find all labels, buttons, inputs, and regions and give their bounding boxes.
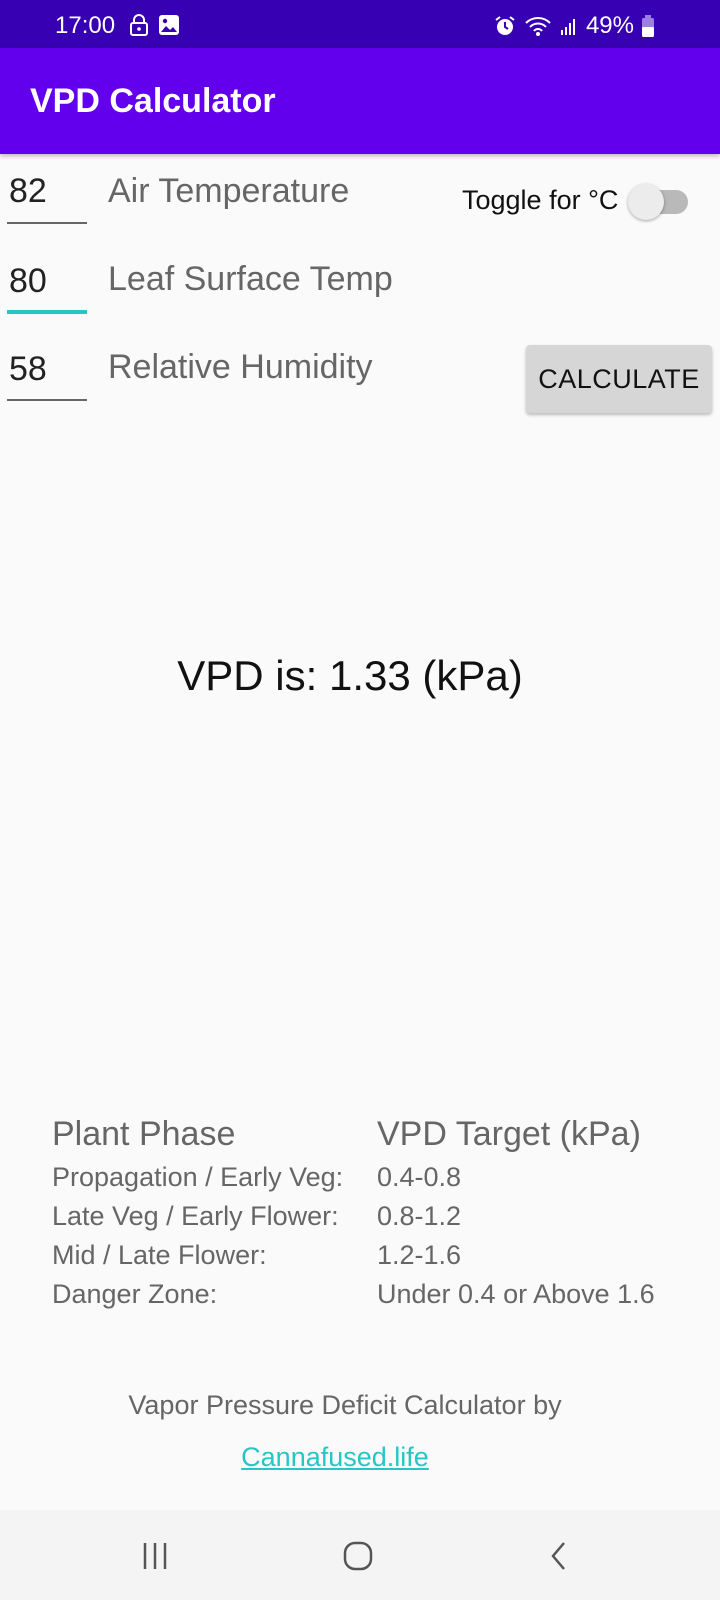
app-title: VPD Calculator: [30, 82, 276, 120]
header-vpd-target: VPD Target (kPa): [377, 1115, 641, 1153]
battery-icon: [642, 15, 654, 37]
input-underline: [7, 222, 87, 224]
phase-target: 0.4-0.8: [377, 1162, 462, 1192]
air-temperature-label: Air Temperature: [108, 172, 350, 210]
phase-target: 0.8-1.2: [377, 1201, 462, 1231]
home-icon[interactable]: [342, 1540, 374, 1577]
switch-thumb[interactable]: [628, 184, 665, 220]
phase-target: Under 0.4 or Above 1.6: [377, 1279, 655, 1309]
phase-name: Danger Zone:: [52, 1279, 218, 1309]
leaf-surface-temp-label: Leaf Surface Temp: [108, 260, 393, 298]
vpd-result: VPD is: 1.33 (kPa): [177, 652, 523, 699]
wifi-icon: [524, 15, 552, 37]
app-bar: VPD Calculator: [0, 48, 720, 154]
phase-name: Propagation / Early Veg:: [52, 1162, 344, 1192]
alarm-icon: [494, 15, 516, 37]
phase-name: Mid / Late Flower:: [52, 1240, 267, 1270]
air-temperature-input[interactable]: 82: [7, 172, 87, 224]
leaf-surface-temp-value[interactable]: 80: [7, 262, 47, 300]
back-icon[interactable]: [548, 1540, 572, 1577]
celsius-toggle-label: Toggle for °C: [462, 184, 619, 215]
cannafused-link[interactable]: Cannafused.life: [0, 1442, 720, 1473]
celsius-toggle-switch[interactable]: [628, 180, 692, 220]
relative-humidity-input[interactable]: 58: [7, 350, 87, 401]
phase-target: 1.2-1.6: [377, 1240, 462, 1270]
calculate-button[interactable]: CALCULATE: [526, 345, 712, 413]
status-time: 17:00: [55, 12, 116, 39]
input-underline: [7, 399, 87, 401]
relative-humidity-value[interactable]: 58: [7, 350, 47, 388]
status-bar: 17:00 49%: [0, 0, 720, 48]
air-temperature-value[interactable]: 82: [7, 172, 47, 210]
image-icon: [158, 14, 180, 36]
battery-percent: 49%: [585, 12, 634, 39]
phase-name: Late Veg / Early Flower:: [52, 1201, 339, 1231]
credit-text: Vapor Pressure Deficit Calculator by: [128, 1390, 562, 1420]
navigation-bar: [0, 1510, 720, 1600]
input-underline-focused: [7, 310, 87, 314]
recent-apps-icon[interactable]: [140, 1540, 172, 1577]
celsius-toggle-row: Toggle for °C: [462, 180, 692, 220]
relative-humidity-label: Relative Humidity: [108, 348, 373, 386]
header-plant-phase: Plant Phase: [52, 1115, 236, 1153]
signal-icon: [560, 16, 578, 36]
leaf-surface-temp-input[interactable]: 80: [7, 262, 87, 314]
lock-icon: [130, 14, 148, 36]
